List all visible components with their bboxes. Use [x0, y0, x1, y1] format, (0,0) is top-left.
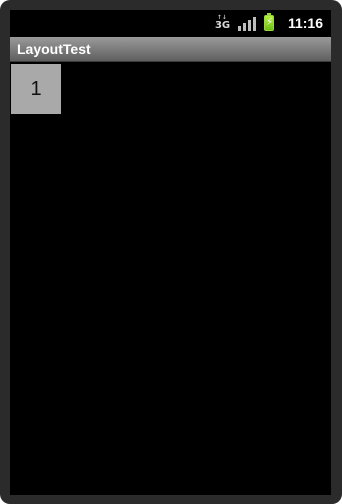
signal-bar: [252, 17, 256, 31]
charging-bolt-icon: ⚡: [265, 17, 273, 28]
grid-cell[interactable]: 1: [11, 64, 61, 114]
status-icons: ↑↓ 3G ⚡ 11:16: [214, 13, 323, 33]
signal-bar: [247, 20, 251, 31]
app-title-bar: LayoutTest: [10, 37, 331, 62]
network-3g-icon: ↑↓ 3G: [214, 13, 231, 32]
layout-content: 1: [10, 62, 331, 495]
battery-charging-icon: ⚡: [263, 13, 274, 31]
signal-bar: [242, 23, 246, 31]
app-title: LayoutTest: [17, 41, 91, 57]
device-frame: ↑↓ 3G ⚡ 11:16 LayoutTest 1: [0, 0, 342, 504]
status-clock: 11:16: [287, 15, 323, 31]
network-type-label: 3G: [214, 20, 231, 31]
signal-bar: [237, 26, 241, 31]
device-screen: ↑↓ 3G ⚡ 11:16 LayoutTest 1: [10, 10, 331, 495]
status-bar: ↑↓ 3G ⚡ 11:16: [10, 10, 331, 37]
signal-strength-icon: [237, 15, 256, 31]
